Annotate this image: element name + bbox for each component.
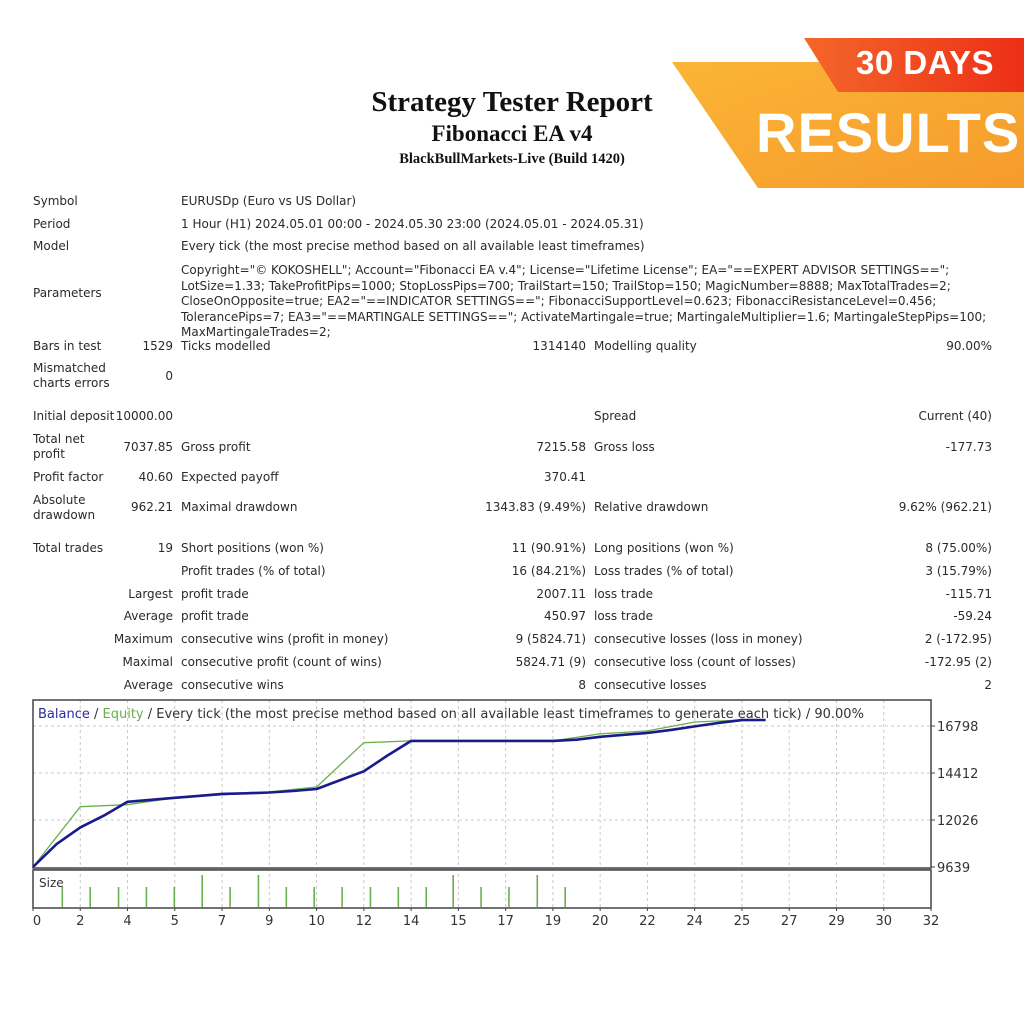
x-tick-label: 10: [308, 914, 325, 929]
main-plot-frame: [32, 699, 932, 869]
x-tick-label: 30: [875, 914, 892, 929]
chart-grid: [33, 700, 931, 908]
size-panel-label: Size: [39, 876, 64, 890]
x-tick-label: 17: [497, 914, 514, 929]
y-tick-label: 9639: [937, 861, 970, 876]
x-tick-label: 2: [76, 914, 84, 929]
legend-equity: Equity: [103, 707, 144, 722]
y-tick-label: 14412: [937, 767, 978, 782]
balance-equity-chart: 1679814412120269639 0 2 4 5 7 9 10 12 14 15 17 19 20…: [32, 699, 978, 929]
x-tick-label: 32: [923, 914, 940, 929]
x-tick-label: 5: [171, 914, 179, 929]
chart-legend: Balance / Equity / Every tick (the most …: [38, 707, 864, 722]
legend-balance: Balance: [38, 707, 90, 722]
x-tick-label: 24: [686, 914, 703, 929]
x-tick-label: 15: [450, 914, 467, 929]
x-tick-label: 19: [545, 914, 562, 929]
x-tick-label: 9: [265, 914, 273, 929]
legend-sep: /: [90, 707, 103, 722]
x-tick-label: 14: [403, 914, 420, 929]
legend-description: / Every tick (the most precise method ba…: [144, 707, 864, 722]
x-tick-label: 12: [356, 914, 373, 929]
x-tick-label: 25: [734, 914, 751, 929]
y-tick-label: 12026: [937, 814, 978, 829]
y-tick-label: 16798: [937, 720, 978, 735]
x-tick-label: 27: [781, 914, 798, 929]
balance-line: [32, 718, 766, 868]
x-tick-label: 22: [639, 914, 656, 929]
x-tick-label: 0: [33, 914, 41, 929]
equity-line: [32, 719, 766, 868]
x-tick-label: 29: [828, 914, 845, 929]
x-tick-label: 4: [123, 914, 131, 929]
x-tick-label: 7: [218, 914, 226, 929]
size-panel-frame: [32, 869, 932, 909]
x-tick-label: 20: [592, 914, 609, 929]
